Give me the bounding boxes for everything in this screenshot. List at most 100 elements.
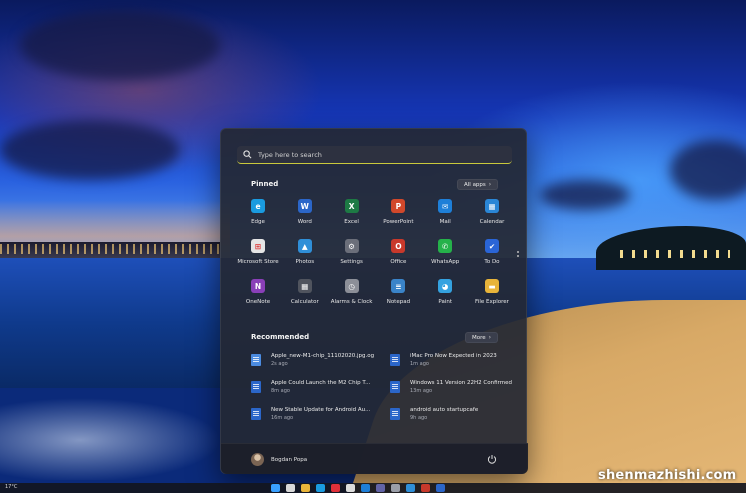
word-icon: W bbox=[297, 199, 312, 213]
recommended-title: Recommended bbox=[251, 333, 310, 341]
pinned-app[interactable]: e Edge bbox=[235, 199, 281, 239]
pinned-app[interactable]: N OneNote bbox=[235, 279, 281, 319]
recommended-item[interactable]: android auto startupcafe 9h ago bbox=[390, 407, 511, 434]
taskbar-office-icon[interactable] bbox=[421, 484, 430, 492]
pinned-app-label: Word bbox=[297, 219, 312, 225]
recommended-item-time: 8m ago bbox=[271, 388, 290, 394]
recommended-item-time: 16m ago bbox=[271, 415, 294, 421]
taskbar-edge-icon[interactable] bbox=[316, 484, 325, 492]
all-apps-button[interactable]: All apps › bbox=[457, 179, 499, 190]
taskbar-word-icon[interactable] bbox=[436, 484, 445, 492]
notepad-icon: ≡ bbox=[391, 279, 406, 293]
pinned-app-label: Notepad bbox=[386, 299, 411, 305]
pinned-app-label: Edge bbox=[251, 219, 265, 225]
pinned-app[interactable]: ⊞ Microsoft Store bbox=[235, 239, 281, 279]
pinned-app[interactable]: ✉ Mail bbox=[422, 199, 468, 239]
taskbar-mail-icon[interactable] bbox=[361, 484, 370, 492]
pinned-app-label: Office bbox=[390, 259, 407, 265]
word-doc-icon bbox=[251, 408, 261, 420]
pinned-app[interactable]: ◷ Alarms & Clock bbox=[329, 279, 375, 319]
pinned-app[interactable]: P PowerPoint bbox=[375, 199, 421, 239]
user-account-button[interactable]: Bogdan Popa bbox=[251, 453, 307, 466]
paint-icon: ◕ bbox=[438, 279, 453, 293]
word-doc-icon bbox=[390, 408, 400, 420]
pinned-app[interactable]: ▦ Calendar bbox=[469, 199, 515, 239]
calendar-icon: ▦ bbox=[484, 199, 499, 213]
wallpaper-cloud bbox=[0, 120, 180, 180]
office-icon: O bbox=[391, 239, 406, 253]
chevron-right-icon: › bbox=[488, 181, 492, 188]
pinned-app-label: Excel bbox=[344, 219, 359, 225]
pinned-app[interactable]: ◕ Paint bbox=[422, 279, 468, 319]
pinned-app[interactable]: ≡ Notepad bbox=[375, 279, 421, 319]
taskbar-search-icon[interactable] bbox=[286, 484, 295, 492]
word-doc-icon bbox=[251, 381, 261, 393]
todo-icon: ✔ bbox=[484, 239, 499, 253]
pinned-app[interactable]: ▲ Photos bbox=[282, 239, 328, 279]
user-bar: Bogdan Popa bbox=[221, 443, 528, 474]
taskbar-settings-icon[interactable] bbox=[391, 484, 400, 492]
folder-icon: ▬ bbox=[484, 279, 499, 293]
taskbar-icons bbox=[271, 484, 445, 492]
pinned-app[interactable]: ▬ File Explorer bbox=[469, 279, 515, 319]
taskbar-start-icon[interactable] bbox=[271, 484, 280, 492]
pinned-title: Pinned bbox=[251, 180, 279, 188]
recommended-item[interactable]: New Stable Update for Android Au... 16m a… bbox=[251, 407, 390, 434]
pinned-app[interactable]: ▦ Calculator bbox=[282, 279, 328, 319]
pinned-app-label: Calculator bbox=[290, 299, 319, 305]
pinned-app[interactable]: W Word bbox=[282, 199, 328, 239]
pinned-app[interactable]: ✆ WhatsApp bbox=[422, 239, 468, 279]
recommended-item-time: 2s ago bbox=[271, 361, 288, 367]
taskbar-opera-icon[interactable] bbox=[331, 484, 340, 492]
word-doc-icon bbox=[390, 381, 400, 393]
recommended-item-name: New Stable Update for Android Au... bbox=[271, 407, 371, 413]
calculator-icon: ▦ bbox=[297, 279, 312, 293]
wallpaper-cloud bbox=[540, 180, 630, 210]
pinned-app-label: OneNote bbox=[245, 299, 271, 305]
pinned-app-label: To Do bbox=[484, 259, 500, 265]
more-button[interactable]: More › bbox=[465, 332, 499, 343]
pinned-app[interactable]: X Excel bbox=[329, 199, 375, 239]
pinned-app[interactable]: ⚙ Settings bbox=[329, 239, 375, 279]
taskbar-store-icon[interactable] bbox=[346, 484, 355, 492]
weather-widget[interactable]: 17°C bbox=[5, 484, 17, 490]
power-icon[interactable] bbox=[487, 454, 497, 464]
recommended-item-name: Apple Could Launch the M2 Chip T... bbox=[271, 380, 371, 386]
recommended-item-time: 9h ago bbox=[410, 415, 428, 421]
recommended-item[interactable]: Windows 11 Version 22H2 Confirmed 13m ago bbox=[390, 380, 512, 407]
search-input[interactable] bbox=[258, 150, 498, 159]
recommended-item-name: android auto startupcafe bbox=[410, 407, 479, 413]
taskbar-teams-icon[interactable] bbox=[376, 484, 385, 492]
more-label: More bbox=[472, 334, 486, 341]
avatar bbox=[251, 453, 264, 466]
onenote-icon: N bbox=[251, 279, 265, 293]
edge-icon: e bbox=[251, 199, 265, 213]
image-file-icon bbox=[251, 354, 261, 366]
word-doc-icon bbox=[390, 354, 400, 366]
recommended-item[interactable]: Apple Could Launch the M2 Chip T... 8m ag… bbox=[251, 380, 390, 407]
recommended-item-name: Apple_new-M1-chip_11102020.jpg.og bbox=[271, 353, 375, 359]
pinned-app[interactable]: O Office bbox=[375, 239, 421, 279]
recommended-item[interactable]: Apple_new-M1-chip_11102020.jpg.og 2s ago bbox=[251, 353, 390, 380]
pinned-app-label: Settings bbox=[340, 259, 363, 265]
search-box[interactable] bbox=[237, 146, 512, 164]
all-apps-label: All apps bbox=[464, 181, 486, 188]
taskbar-folder-icon[interactable] bbox=[301, 484, 310, 492]
taskbar-photos-icon[interactable] bbox=[406, 484, 415, 492]
clock-icon: ◷ bbox=[344, 279, 359, 293]
pinned-app-label: WhatsApp bbox=[431, 259, 460, 265]
pinned-app-label: Alarms & Clock bbox=[330, 299, 373, 305]
whatsapp-icon: ✆ bbox=[438, 239, 453, 253]
pinned-app[interactable]: ✔ To Do bbox=[469, 239, 515, 279]
page-indicator[interactable] bbox=[517, 251, 520, 259]
pinned-apps-grid: e Edge W Word X Excel P PowerPoint ✉ Mail ▦ Calenda… bbox=[235, 199, 515, 319]
photos-icon: ▲ bbox=[297, 239, 312, 253]
watermark: shenmazhishi.com bbox=[598, 468, 737, 483]
settings-icon: ⚙ bbox=[344, 239, 359, 253]
wallpaper-city-lights bbox=[0, 244, 220, 254]
pinned-app-label: Microsoft Store bbox=[237, 259, 279, 265]
recommended-item-name: iMac Pro Now Expected in 2023 bbox=[410, 353, 497, 359]
search-icon bbox=[243, 150, 252, 159]
recommended-item[interactable]: iMac Pro Now Expected in 2023 1m ago bbox=[390, 353, 511, 380]
store-icon: ⊞ bbox=[251, 239, 265, 253]
